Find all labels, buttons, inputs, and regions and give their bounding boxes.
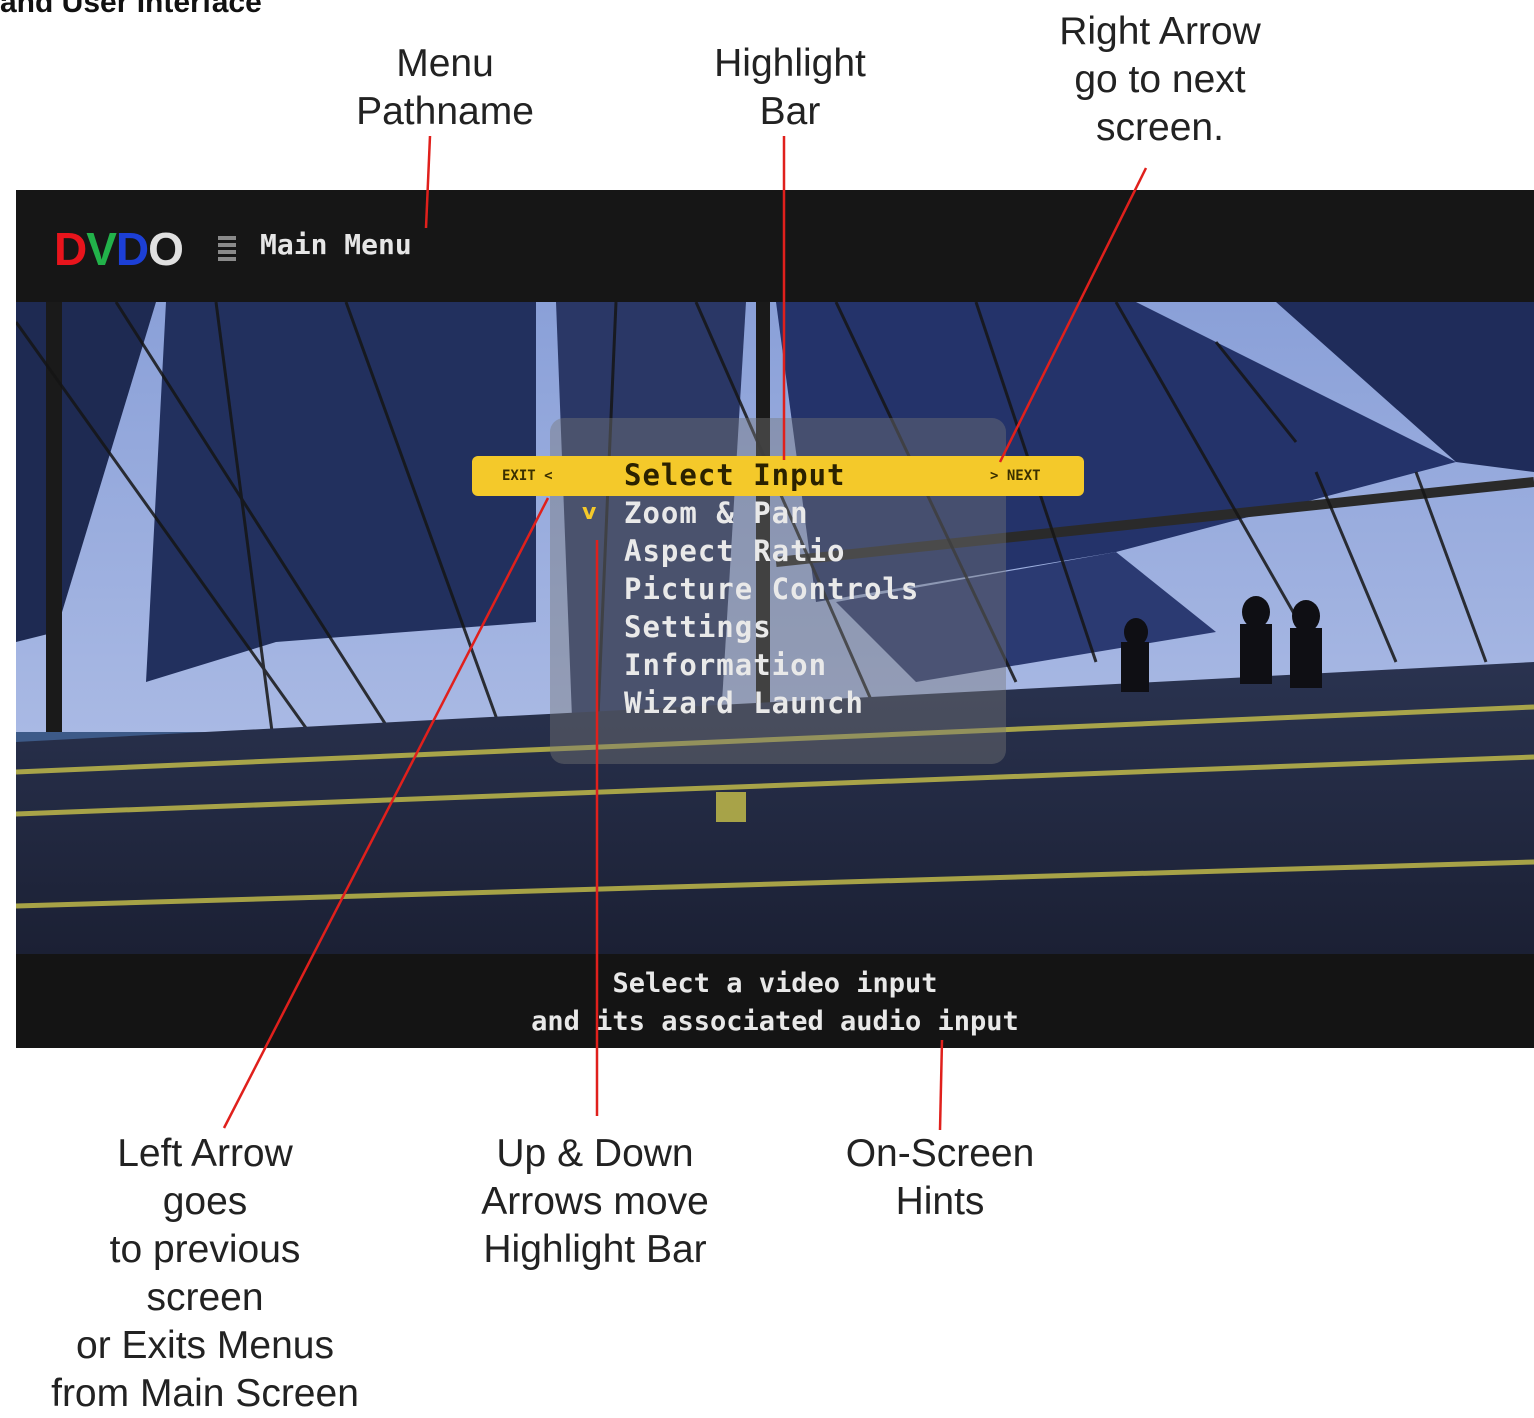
- line-menu-pathname: [424, 135, 432, 229]
- callout-lines: [222, 135, 1148, 1131]
- line-right-arrow: [998, 167, 1148, 463]
- line-left-arrow: [222, 497, 550, 1129]
- line-hints: [938, 1039, 944, 1131]
